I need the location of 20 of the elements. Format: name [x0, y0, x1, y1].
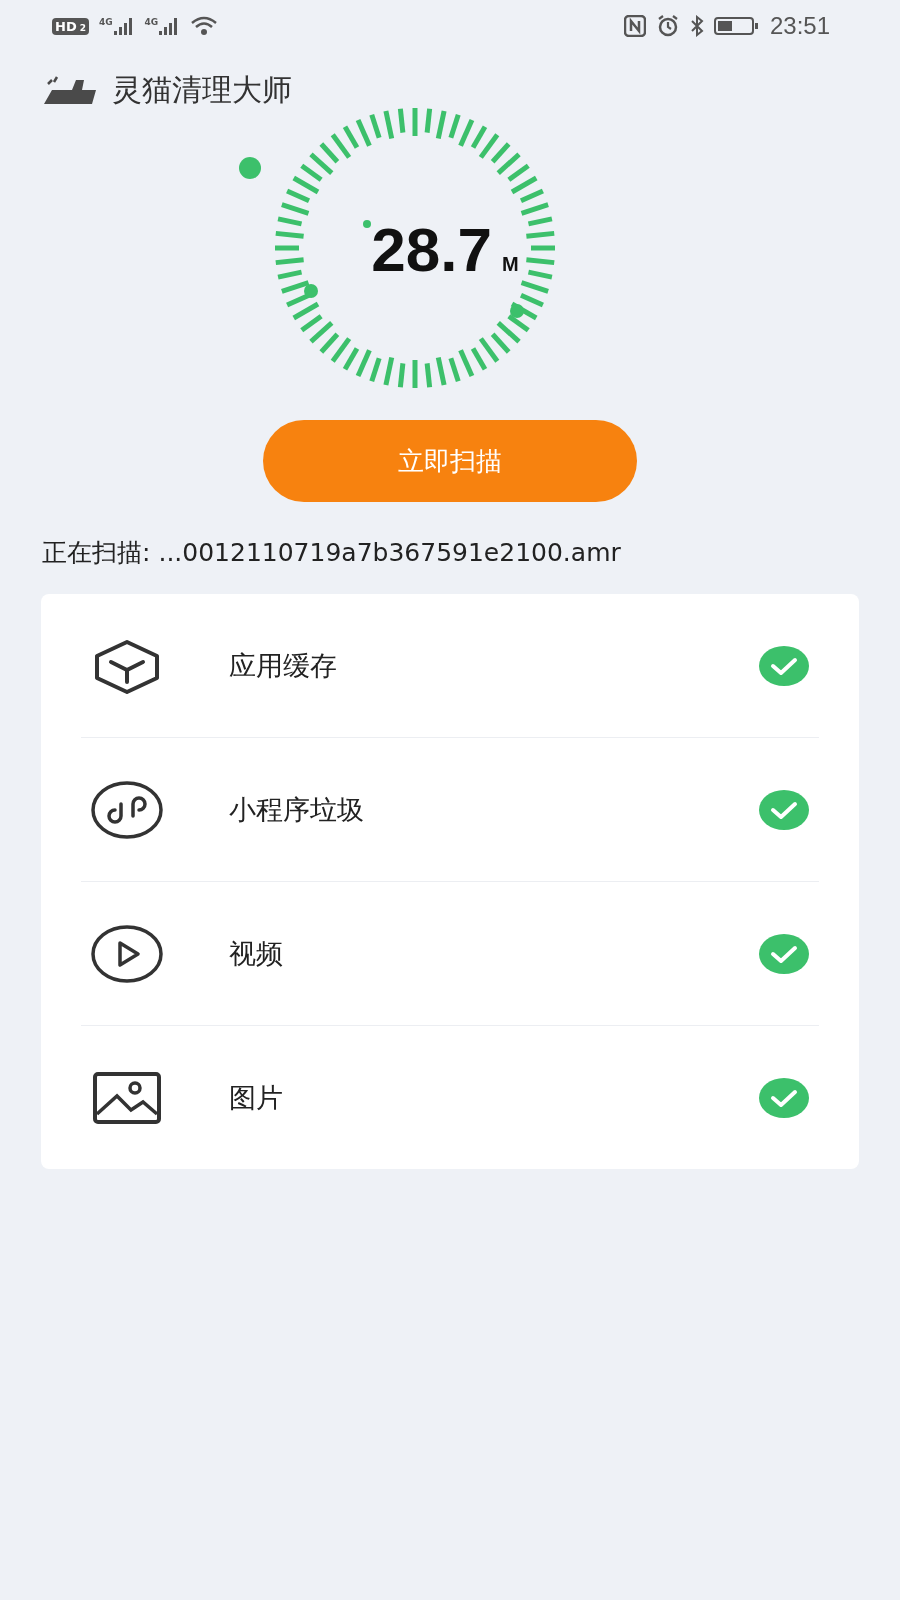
- size-unit: M: [502, 253, 519, 276]
- hd-badge: HD 2: [52, 17, 89, 35]
- network-label: 4G: [144, 17, 159, 27]
- category-label: 视频: [229, 936, 284, 971]
- network-label: 4G: [98, 17, 113, 27]
- play-icon: [91, 923, 163, 984]
- category-label: 图片: [229, 1080, 284, 1115]
- battery-icon: [713, 16, 760, 36]
- app-title: 灵猫清理大师: [112, 70, 292, 109]
- bluetooth-icon: [689, 15, 704, 37]
- mini-program-icon: [91, 779, 163, 840]
- scanning-file-path: ...0012110719a7b367591e2100.amr: [158, 537, 621, 567]
- nfc-icon: [623, 15, 646, 37]
- category-label: 小程序垃圾: [229, 792, 365, 827]
- scan-button[interactable]: 立即扫描: [263, 420, 637, 502]
- category-label: 应用缓存: [229, 648, 338, 683]
- junk-size-value: 28.7: [371, 214, 492, 285]
- scanning-label: 正在扫描:: [42, 536, 151, 569]
- signal-icon: [112, 17, 135, 35]
- clock-time: 23:51: [769, 12, 830, 40]
